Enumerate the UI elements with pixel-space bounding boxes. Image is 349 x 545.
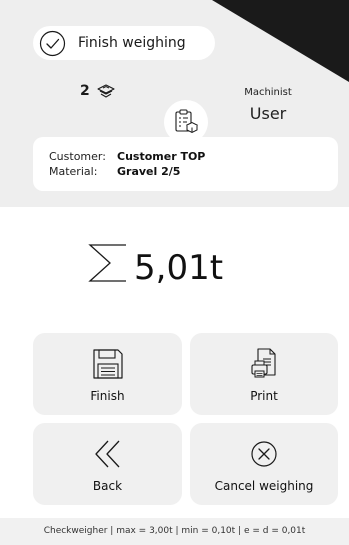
cancel-weighing-button[interactable]: Cancel weighing bbox=[190, 423, 338, 505]
material-label: Material: bbox=[49, 165, 98, 178]
x-circle-icon bbox=[251, 441, 277, 467]
truck-icon bbox=[97, 84, 115, 98]
info-icon-badge bbox=[164, 100, 208, 144]
print-button[interactable]: Print bbox=[190, 333, 338, 415]
customer-label: Customer: bbox=[49, 150, 106, 163]
total-weight: 5,01t bbox=[86, 241, 223, 285]
sigma-icon bbox=[88, 244, 126, 282]
back-button[interactable]: Back bbox=[33, 423, 182, 505]
total-weight-value: 5,01t bbox=[134, 248, 224, 288]
finish-weighing-label: Finish weighing bbox=[78, 35, 186, 51]
check-circle-icon bbox=[39, 30, 66, 56]
info-card: Customer: Customer TOP Material: Gravel 2/… bbox=[33, 137, 338, 191]
scale-info-footer: Checkweigher | max = 3,00t | min = 0,10t… bbox=[0, 518, 349, 545]
print-icon-wrap bbox=[249, 347, 279, 381]
machinist-user: User bbox=[249, 104, 287, 123]
finish-icon-wrap bbox=[91, 347, 125, 381]
material-value: Gravel 2/5 bbox=[117, 165, 181, 178]
customer-value: Customer TOP bbox=[117, 150, 206, 163]
finish-weighing-button[interactable]: Finish weighing bbox=[33, 26, 215, 60]
double-chevron-left-icon bbox=[94, 440, 119, 468]
printer-document-icon bbox=[251, 348, 276, 378]
cancel-icon-wrap bbox=[249, 437, 279, 471]
finish-label: Finish bbox=[90, 389, 125, 403]
material-row: Material: Gravel 2/5 bbox=[49, 165, 180, 178]
print-label: Print bbox=[250, 389, 278, 403]
back-icon-wrap bbox=[91, 437, 125, 471]
clipboard-box-icon bbox=[175, 109, 199, 134]
machinist-label: Machinist bbox=[244, 87, 292, 98]
customer-row: Customer: Customer TOP bbox=[49, 150, 205, 163]
back-label: Back bbox=[92, 479, 123, 493]
finish-button[interactable]: Finish bbox=[33, 333, 182, 415]
floppy-disk-icon bbox=[92, 349, 123, 379]
count-value: 2 bbox=[80, 83, 90, 99]
cancel-weighing-label: Cancel weighing bbox=[214, 479, 314, 493]
weighing-count: 2 bbox=[80, 83, 116, 99]
